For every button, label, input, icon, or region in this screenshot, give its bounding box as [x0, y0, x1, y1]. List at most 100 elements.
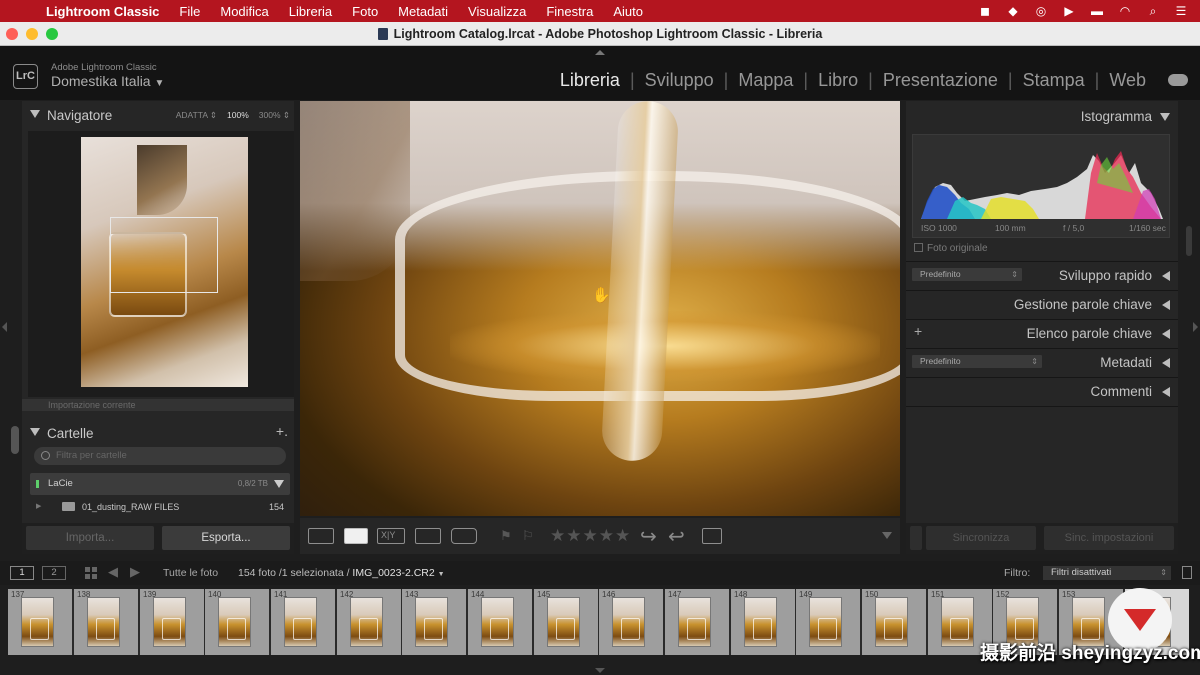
- rotate-left-icon[interactable]: ↪: [640, 524, 657, 549]
- filmstrip-thumbnail[interactable]: 140: [205, 589, 269, 655]
- add-keyword-icon[interactable]: +: [914, 323, 922, 339]
- dropbox-icon[interactable]: ◆: [1006, 5, 1020, 17]
- histogram[interactable]: ISO 1000 100 mm f / 5,0 1/160 sec: [912, 134, 1170, 238]
- expand-triangle-icon[interactable]: [1162, 271, 1170, 281]
- primary-window-button[interactable]: 1: [10, 566, 34, 580]
- pick-flag-icon[interactable]: ⚑: [500, 528, 512, 544]
- people-view-icon[interactable]: [451, 528, 477, 544]
- grid-view-icon[interactable]: [85, 567, 97, 579]
- filmstrip-thumbnail[interactable]: 137: [8, 589, 72, 655]
- module-libreria[interactable]: Libreria: [550, 70, 630, 91]
- module-mappa[interactable]: Mappa: [728, 70, 803, 91]
- secondary-window-button[interactable]: 2: [42, 566, 66, 580]
- navigator-zoom-rectangle[interactable]: [110, 217, 218, 293]
- menu-finestra[interactable]: Finestra: [536, 4, 603, 19]
- filmstrip-thumbnail[interactable]: 150: [862, 589, 926, 655]
- folders-header[interactable]: Cartelle +.: [22, 419, 294, 447]
- back-arrow-icon[interactable]: ◀: [108, 564, 118, 580]
- original-photo-checkbox[interactable]: Foto originale: [914, 243, 988, 254]
- filmstrip-toggle-icon[interactable]: [595, 668, 605, 673]
- zoom-fit[interactable]: ADATTA ⇕: [176, 110, 217, 121]
- expand-triangle-icon[interactable]: [1162, 329, 1170, 339]
- survey-view-icon[interactable]: [415, 528, 441, 544]
- module-libro[interactable]: Libro: [808, 70, 868, 91]
- filmstrip-thumbnail[interactable]: 149: [796, 589, 860, 655]
- zoom-100[interactable]: 100%: [227, 110, 249, 121]
- identity-plate[interactable]: Domestika Italia ▼: [51, 73, 164, 89]
- quick-develop-preset-select[interactable]: Predefinito: [912, 268, 1022, 281]
- filmstrip-source[interactable]: Tutte le foto: [163, 567, 218, 579]
- close-window-button[interactable]: [6, 28, 18, 40]
- menu-metadati[interactable]: Metadati: [388, 4, 458, 19]
- auto-sync-toggle[interactable]: [910, 526, 922, 550]
- identity-dropdown-icon[interactable]: ▼: [154, 78, 164, 89]
- filmstrip-thumbnail[interactable]: 142: [337, 589, 401, 655]
- loupe-view-icon[interactable]: [344, 528, 368, 544]
- filmstrip-thumbnail[interactable]: 139: [140, 589, 204, 655]
- collapsed-catalog-row[interactable]: Importazione corrente: [22, 399, 294, 411]
- filter-lock-icon[interactable]: [1182, 566, 1192, 579]
- menu-file[interactable]: File: [169, 4, 210, 19]
- filmstrip-thumbnail[interactable]: 144: [468, 589, 532, 655]
- left-panel-scrollbar[interactable]: [11, 426, 19, 454]
- expand-triangle-icon[interactable]: [1162, 387, 1170, 397]
- sync-button[interactable]: Sincronizza: [926, 526, 1036, 550]
- filmstrip-thumbnail[interactable]: 141: [271, 589, 335, 655]
- menu-visualizza[interactable]: Visualizza: [458, 4, 536, 19]
- search-icon[interactable]: ⌕: [1146, 5, 1160, 17]
- menu-aiuto[interactable]: Aiuto: [603, 4, 653, 19]
- filter-select[interactable]: Filtri disattivati: [1043, 566, 1171, 580]
- volume-dropdown-icon[interactable]: [274, 480, 284, 488]
- menu-modifica[interactable]: Modifica: [210, 4, 278, 19]
- play-icon[interactable]: ▶: [1062, 5, 1076, 17]
- collapse-triangle-icon[interactable]: [30, 428, 40, 436]
- sync-settings-button[interactable]: Sinc. impostazioni: [1044, 526, 1174, 550]
- zoom-300[interactable]: 300% ⇕: [259, 110, 290, 121]
- crop-overlay-icon[interactable]: [702, 528, 722, 544]
- navigator-header[interactable]: Navigatore ADATTA ⇕ 100% 300% ⇕: [22, 101, 294, 129]
- cloud-icon[interactable]: [1168, 74, 1188, 86]
- import-button[interactable]: Importa...: [26, 526, 154, 550]
- zoom-window-button[interactable]: [46, 28, 58, 40]
- filmstrip-thumbnail[interactable]: 147: [665, 589, 729, 655]
- reject-flag-icon[interactable]: ⚐: [522, 528, 534, 544]
- module-stampa[interactable]: Stampa: [1013, 70, 1095, 91]
- export-button[interactable]: Esporta...: [162, 526, 290, 550]
- filmstrip-thumbnail[interactable]: 148: [731, 589, 795, 655]
- control-center-icon[interactable]: ☰: [1174, 5, 1188, 17]
- right-panel-toggle-icon[interactable]: [1193, 322, 1198, 332]
- checkbox-icon[interactable]: [914, 243, 923, 252]
- menu-libreria[interactable]: Libreria: [279, 4, 342, 19]
- star-rating[interactable]: ★★★★★: [550, 526, 631, 546]
- add-folder-icon[interactable]: +.: [276, 423, 288, 439]
- filmstrip-thumbnail[interactable]: 143: [402, 589, 466, 655]
- menu-app-name[interactable]: Lightroom Classic: [40, 4, 169, 19]
- collapse-triangle-icon[interactable]: [1160, 113, 1170, 121]
- compare-view-icon[interactable]: X|Y: [377, 528, 405, 544]
- wifi-icon[interactable]: ◠: [1118, 5, 1132, 17]
- forward-arrow-icon[interactable]: ▶: [130, 564, 140, 580]
- left-panel-toggle-icon[interactable]: [2, 322, 7, 332]
- expand-triangle-icon[interactable]: [1162, 358, 1170, 368]
- filename-dropdown-icon[interactable]: ▼: [438, 571, 445, 578]
- folder-search-input[interactable]: Filtra per cartelle: [34, 447, 286, 465]
- volume-row[interactable]: LaCie 0,8/2 TB: [30, 473, 290, 495]
- folder-row[interactable]: ▶ 01_dusting_RAW FILES 154: [30, 499, 290, 515]
- module-sviluppo[interactable]: Sviluppo: [635, 70, 724, 91]
- right-panel-scrollbar[interactable]: [1186, 226, 1192, 256]
- module-presentazione[interactable]: Presentazione: [873, 70, 1008, 91]
- rotate-right-icon[interactable]: ↩: [668, 524, 685, 549]
- filmstrip-thumbnail[interactable]: 145: [534, 589, 598, 655]
- expand-triangle-icon[interactable]: [1162, 300, 1170, 310]
- selection-info[interactable]: 154 foto /1 selezionata / IMG_0023-2.CR2…: [238, 567, 445, 579]
- grid-view-icon[interactable]: [308, 528, 334, 544]
- metadata-preset-select[interactable]: Predefinito: [912, 355, 1042, 368]
- flag-icon[interactable]: ▬: [1090, 5, 1104, 17]
- expand-chevron-icon[interactable]: ▶: [36, 499, 41, 515]
- menu-foto[interactable]: Foto: [342, 4, 388, 19]
- filmstrip-thumbnail[interactable]: 138: [74, 589, 138, 655]
- top-panel-toggle-icon[interactable]: [595, 50, 605, 55]
- toolbar-options-dropdown-icon[interactable]: [882, 532, 892, 539]
- navigator-preview[interactable]: [28, 131, 294, 397]
- loupe-photo[interactable]: ✋: [300, 101, 900, 516]
